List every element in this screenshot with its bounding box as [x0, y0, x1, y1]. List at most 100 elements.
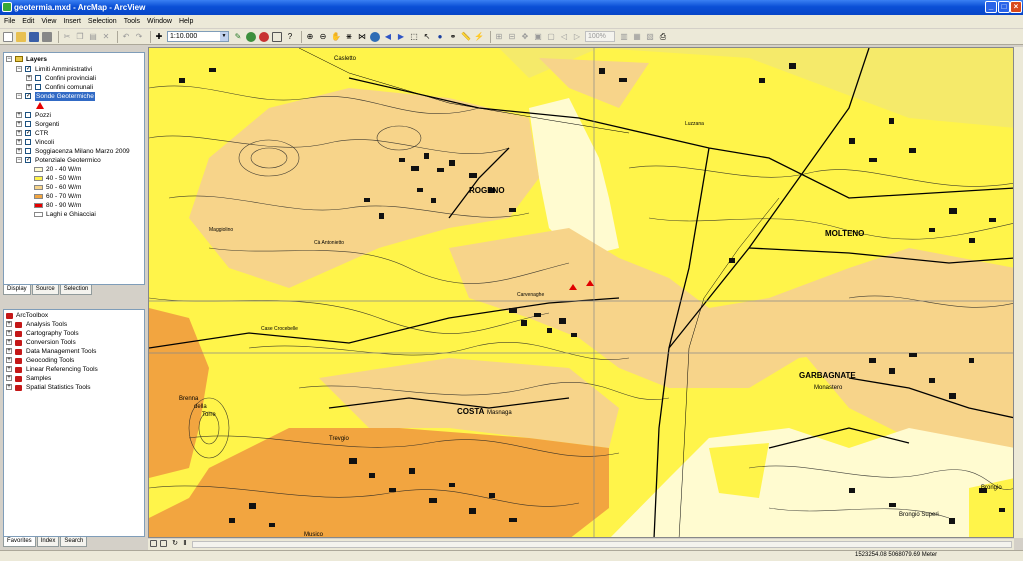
layer-checkbox[interactable]: ✓ — [25, 93, 31, 99]
layer-checkbox[interactable] — [25, 121, 31, 127]
fixed-zoom-out-icon[interactable]: ⋈ — [357, 32, 367, 42]
menu-help[interactable]: Help — [179, 18, 193, 25]
arctoolbox-icon[interactable] — [259, 31, 269, 42]
whats-this-icon[interactable]: ? — [285, 32, 295, 42]
tab-display[interactable]: Display — [3, 285, 31, 295]
menu-selection[interactable]: Selection — [88, 18, 117, 25]
menu-edit[interactable]: Edit — [22, 18, 34, 25]
full-extent-icon[interactable] — [370, 31, 380, 42]
measure-icon[interactable]: 📏 — [461, 32, 471, 42]
zoom-whole-page-icon[interactable]: ▣ — [533, 32, 543, 42]
zoom-in-icon[interactable]: ⊕ — [305, 32, 315, 42]
layout-zoom-in-icon[interactable]: ⊞ — [494, 32, 504, 42]
layer-checkbox[interactable] — [25, 148, 31, 154]
expand-icon[interactable]: + — [6, 330, 12, 336]
menu-file[interactable]: File — [4, 18, 15, 25]
pan-icon[interactable]: ✋ — [331, 32, 341, 42]
map-scale-combobox[interactable]: 1:10.000 ▼ — [167, 31, 229, 42]
tab-selection[interactable]: Selection — [59, 285, 93, 295]
collapse-icon[interactable]: − — [16, 157, 22, 163]
find-icon[interactable]: ⚭ — [448, 32, 458, 42]
layer-checkbox[interactable]: ✓ — [25, 66, 31, 72]
map-horizontal-scrollbar[interactable] — [192, 541, 1012, 548]
expand-icon[interactable]: + — [16, 112, 22, 118]
toggle-draft-mode-icon[interactable]: ▥ — [619, 32, 629, 42]
identify-icon[interactable]: ● — [435, 32, 445, 42]
toolbox-icon — [15, 358, 22, 364]
zoom-out-icon[interactable]: ⊖ — [318, 32, 328, 42]
expand-icon[interactable]: + — [6, 375, 12, 381]
pause-drawing-icon[interactable]: Ⅱ — [180, 539, 190, 549]
menu-window[interactable]: Window — [147, 18, 172, 25]
expand-icon[interactable]: + — [16, 139, 22, 145]
place-molteno: MOLTENO — [825, 229, 864, 238]
expand-icon[interactable]: + — [26, 75, 32, 81]
data-view-icon[interactable] — [150, 540, 157, 547]
menu-view[interactable]: View — [41, 18, 56, 25]
undo-icon[interactable]: ↶ — [121, 32, 131, 42]
hyperlink-icon[interactable]: ⚡ — [474, 32, 484, 42]
chevron-down-icon[interactable]: ▼ — [220, 32, 228, 41]
open-folder-icon[interactable] — [16, 31, 26, 42]
add-data-icon[interactable]: ✚ — [154, 32, 164, 42]
arccatalog-icon[interactable] — [246, 31, 256, 42]
expand-icon[interactable]: + — [16, 148, 22, 154]
select-features-icon[interactable]: ⬚ — [409, 32, 419, 42]
expand-icon[interactable]: + — [16, 121, 22, 127]
cut-icon[interactable]: ✂ — [62, 32, 72, 42]
expand-icon[interactable]: + — [6, 339, 12, 345]
zoom-100-icon[interactable]: ▢ — [546, 32, 556, 42]
tab-search[interactable]: Search — [60, 537, 88, 547]
tab-index[interactable]: Index — [36, 537, 60, 547]
menu-tools[interactable]: Tools — [124, 18, 140, 25]
expand-icon[interactable]: + — [16, 130, 22, 136]
expand-icon[interactable]: + — [26, 84, 32, 90]
paste-icon[interactable]: ▤ — [88, 32, 98, 42]
save-icon[interactable] — [29, 31, 39, 42]
forward-extent-icon[interactable]: ▶ — [396, 32, 406, 42]
layer-checkbox[interactable] — [25, 112, 31, 118]
layout-pan-icon[interactable]: ✥ — [520, 32, 530, 42]
tab-source[interactable]: Source — [31, 285, 59, 295]
expand-icon[interactable]: + — [6, 366, 12, 372]
zoom-percent-combobox[interactable]: 100% — [585, 31, 615, 42]
layout-view-icon[interactable] — [160, 540, 167, 547]
select-elements-icon[interactable]: ↖ — [422, 32, 432, 42]
minimize-button[interactable]: _ — [985, 1, 997, 13]
layout-back-icon[interactable]: ◁ — [559, 32, 569, 42]
command-line-icon[interactable] — [272, 31, 282, 42]
expand-icon[interactable]: + — [6, 321, 12, 327]
redo-icon[interactable]: ↷ — [134, 32, 144, 42]
menu-insert[interactable]: Insert — [63, 18, 81, 25]
collapse-icon[interactable]: − — [16, 93, 22, 99]
print-icon[interactable] — [42, 31, 52, 42]
tab-favorites[interactable]: Favorites — [3, 537, 36, 547]
change-layout-icon[interactable]: ▧ — [645, 32, 655, 42]
layout-zoom-out-icon[interactable]: ⊟ — [507, 32, 517, 42]
collapse-icon[interactable]: − — [6, 56, 12, 62]
map-display[interactable]: ROGENO MOLTENO GARBAGNATE Monastero COST… — [148, 47, 1014, 538]
editor-toolbar-icon[interactable]: ✎ — [233, 32, 243, 42]
copy-icon[interactable]: ❐ — [75, 32, 85, 42]
refresh-icon[interactable]: ↻ — [170, 539, 180, 549]
fixed-zoom-in-icon[interactable]: ⋇ — [344, 32, 354, 42]
print-preview-icon[interactable]: ⎙ — [658, 32, 668, 42]
layer-checkbox[interactable]: ✓ — [25, 130, 31, 136]
delete-icon[interactable]: ✕ — [101, 32, 111, 42]
collapse-icon[interactable]: − — [16, 66, 22, 72]
focus-data-frame-icon[interactable]: ▦ — [632, 32, 642, 42]
expand-icon[interactable]: + — [6, 384, 12, 390]
close-button[interactable]: × — [1010, 1, 1022, 13]
expand-icon[interactable]: + — [6, 357, 12, 363]
layer-checkbox[interactable]: ✓ — [25, 157, 31, 163]
map-vertical-scrollbar[interactable] — [1014, 47, 1023, 538]
layer-checkbox[interactable] — [25, 139, 31, 145]
layout-forward-icon[interactable]: ▷ — [572, 32, 582, 42]
new-document-icon[interactable] — [3, 31, 13, 42]
layer-checkbox[interactable] — [35, 84, 41, 90]
toolbox-tabs: Favorites Index Search — [3, 537, 88, 547]
maximize-button[interactable]: □ — [998, 1, 1010, 13]
layer-checkbox[interactable] — [35, 75, 41, 81]
expand-icon[interactable]: + — [6, 348, 12, 354]
back-extent-icon[interactable]: ◀ — [383, 32, 393, 42]
